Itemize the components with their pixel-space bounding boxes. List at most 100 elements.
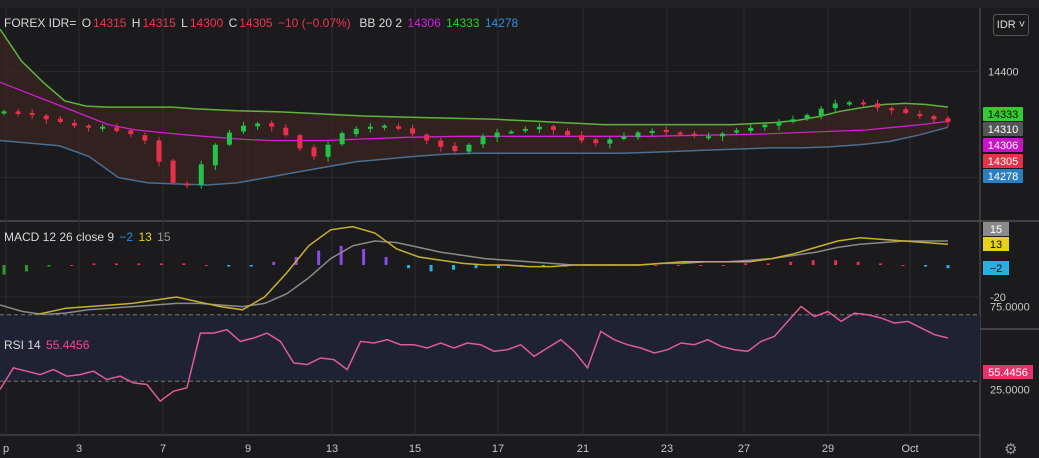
bb-mid-value: 14306 (407, 16, 441, 30)
price-tag-label: 14306 (988, 140, 1019, 152)
candle-body (212, 144, 218, 166)
y-tick-label: 25.0000 (990, 385, 1030, 397)
macd-histogram-bar (384, 257, 388, 265)
rsi-legend: RSI 14 55.4456 (4, 338, 91, 352)
high-value: 14315 (142, 16, 176, 30)
macd-histogram-bar (429, 265, 433, 272)
macd-legend: MACD 12 26 close 9 −2 13 15 (4, 230, 173, 244)
macd-value-tag-label: 15 (990, 224, 1002, 236)
candle-body (86, 125, 92, 128)
gear-icon[interactable]: ⚙ (1004, 440, 1017, 458)
x-tick-label: 7 (160, 443, 166, 455)
candle-body (494, 132, 500, 138)
candle-body (15, 111, 21, 114)
macd-histogram-bar (2, 265, 6, 275)
macd-histogram-bar (699, 265, 703, 266)
x-tick-label: p (3, 443, 9, 455)
candle-body (114, 127, 120, 131)
candle-body (832, 103, 838, 109)
x-tick-label: 27 (738, 443, 750, 455)
macd-histogram-bar (204, 265, 208, 266)
x-tick-label: 3 (76, 443, 82, 455)
candle-body (550, 126, 556, 130)
change-value: −10 (−0.07%) (277, 16, 351, 30)
candle-body (297, 135, 303, 149)
candle-body (565, 130, 571, 136)
macd-histogram-bar (317, 250, 321, 265)
macd-histogram-bar (182, 263, 186, 265)
candle-body (903, 109, 909, 113)
x-tick-label: 17 (492, 443, 504, 455)
macd-histogram-bar (114, 263, 118, 265)
bb-lower-value: 14278 (484, 16, 519, 30)
macd-hist-value: −2 (119, 230, 134, 244)
candle-body (691, 133, 697, 136)
candle-body (269, 123, 275, 127)
candle-body (748, 127, 754, 131)
macd-histogram-bar (92, 263, 96, 265)
candle-body (931, 116, 937, 120)
candle-body (367, 126, 373, 129)
currency-dropdown-button[interactable]: IDR ˅ (993, 14, 1029, 36)
candle-body (663, 129, 669, 133)
macd-histogram-bar (766, 263, 770, 265)
macd-histogram-bar (272, 261, 276, 265)
candle-body (762, 124, 768, 128)
candle-body (917, 114, 923, 117)
macd-histogram-bar (159, 263, 163, 265)
price-tag-label: 14310 (988, 124, 1019, 136)
open-label: O (81, 16, 92, 30)
candle-body (536, 126, 542, 130)
macd-histogram-bar (924, 265, 928, 267)
candle-body (57, 118, 63, 122)
macd-histogram-bar (721, 265, 725, 266)
macd-histogram-bar (24, 265, 28, 272)
candle-body (29, 112, 35, 116)
candle-body (846, 102, 852, 105)
candle-body (142, 135, 148, 141)
macd-histogram-bar (811, 260, 815, 265)
candle-body (396, 126, 402, 129)
candle-body (621, 136, 627, 139)
macd-label[interactable]: MACD 12 26 close 9 (4, 230, 114, 244)
macd-histogram-bar (856, 261, 860, 265)
macd-histogram-bar (474, 265, 478, 269)
candle-body (804, 115, 810, 119)
low-value: 14300 (189, 16, 224, 30)
macd-signal-value: 15 (157, 230, 171, 244)
candle-body (579, 135, 585, 141)
macd-histogram-bar (946, 265, 950, 269)
macd-histogram-bar (362, 249, 366, 265)
y-tick-label: 75.0000 (990, 302, 1030, 314)
macd-value-tag-label: 13 (990, 239, 1002, 251)
candle-body (311, 147, 317, 157)
candle-body (466, 144, 472, 152)
candle-body (522, 128, 528, 131)
x-tick-label: 29 (822, 443, 834, 455)
high-label: H (131, 16, 141, 30)
macd-histogram-bar (676, 265, 680, 266)
macd-histogram-bar (47, 265, 51, 267)
candle-body (226, 132, 232, 145)
candle-body (677, 132, 683, 135)
price-tag-label: 14305 (988, 156, 1019, 168)
macd-histogram-bar (879, 263, 883, 265)
candle-body (43, 115, 49, 120)
macd-line-value: 13 (138, 230, 152, 244)
macd-histogram-bar (789, 261, 793, 265)
bb-upper-value: 14333 (446, 16, 480, 30)
candle-body (128, 130, 134, 135)
candle-body (734, 130, 740, 133)
main-legend: FOREX IDR= O 14315 H 14315 L 14300 C 14305 −… (4, 16, 520, 30)
x-tick-label: 13 (326, 443, 338, 455)
rsi-label[interactable]: RSI 14 (4, 338, 41, 352)
macd-histogram-bar (834, 260, 838, 265)
macd-histogram-bar (227, 265, 231, 267)
bb-label[interactable]: BB 20 2 (359, 16, 402, 30)
open-value: 14315 (93, 16, 127, 30)
x-tick-label: 9 (245, 443, 251, 455)
candle-body (607, 139, 613, 144)
symbol-label[interactable]: FOREX IDR= (4, 16, 76, 30)
candle-body (198, 164, 204, 186)
candle-body (255, 123, 261, 127)
